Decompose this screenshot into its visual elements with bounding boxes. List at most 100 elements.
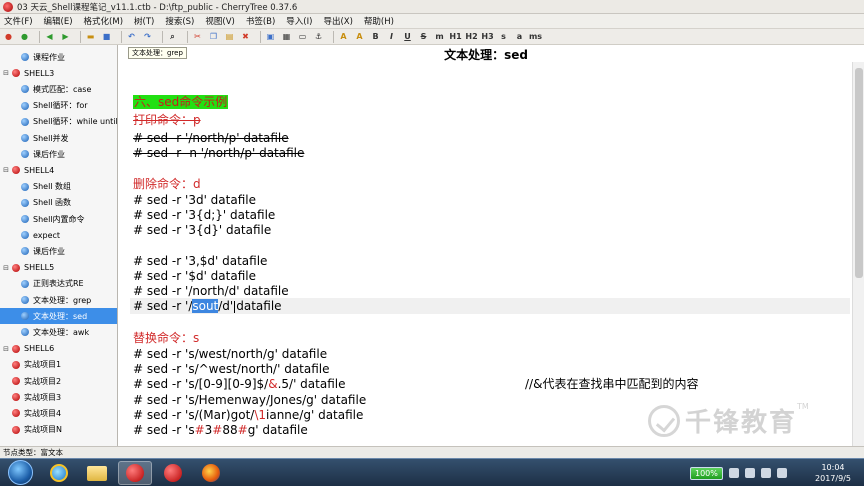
bold-icon[interactable]: B	[370, 31, 381, 42]
tree-node[interactable]: Shell 函数	[0, 195, 117, 211]
selected-line: # sed -r '/sout/d' datafile	[133, 299, 282, 313]
tree-node[interactable]: Shell循环：while until	[0, 114, 117, 130]
cherrytree-icon	[126, 464, 144, 482]
superscript-icon[interactable]: a	[514, 31, 525, 42]
save-icon[interactable]: ■	[101, 31, 112, 42]
clock-date: 2017/9/5	[815, 474, 851, 483]
scrollbar-thumb[interactable]	[855, 68, 863, 278]
tree-node[interactable]: 正则表达式RE	[0, 276, 117, 292]
taskbar-ie[interactable]	[42, 461, 76, 485]
expander-icon[interactable]: ⊟	[2, 264, 10, 272]
expander-icon[interactable]: ⊟	[2, 166, 10, 174]
h3-icon[interactable]: H3	[481, 31, 493, 42]
insert-image-icon[interactable]: ▣	[265, 31, 276, 42]
battery-indicator[interactable]: 100%	[690, 466, 723, 480]
red-node-icon	[12, 69, 20, 78]
menu-import[interactable]: 导入(I)	[286, 15, 312, 27]
tree-node-label: Shell并发	[33, 133, 69, 143]
small-icon[interactable]: s	[498, 31, 509, 42]
tree-node[interactable]: ⊟ SHELL6	[0, 341, 117, 357]
strikethrough-icon[interactable]: S	[418, 31, 429, 42]
folder-icon	[87, 465, 107, 481]
rich-text-editor[interactable]: 六、sed命令示例 打印命令：p # sed -r '/north/p' dat…	[120, 62, 852, 446]
tree-node[interactable]: 文本处理：awk	[0, 324, 117, 340]
taskbar-clock[interactable]: 10:04 2017/9/5	[810, 462, 856, 484]
tree-node[interactable]: 课后作业	[0, 243, 117, 259]
tree-node[interactable]: 实战项目4	[0, 405, 117, 421]
tree-node[interactable]: 实战项目1	[0, 357, 117, 373]
italic-icon[interactable]: I	[386, 31, 397, 42]
menu-bookmarks[interactable]: 书签(B)	[246, 15, 275, 27]
volume-icon[interactable]	[776, 468, 787, 478]
network-icon[interactable]	[760, 468, 771, 478]
copy-icon[interactable]: ❐	[208, 31, 219, 42]
expander-icon[interactable]: ⊟	[2, 69, 10, 77]
menu-file[interactable]: 文件(F)	[4, 15, 33, 27]
paste-icon[interactable]: ▤	[224, 31, 235, 42]
tree-node[interactable]: 文本处理：sed	[0, 308, 117, 325]
menu-format[interactable]: 格式化(M)	[84, 15, 123, 27]
add-node-icon[interactable]: ●	[3, 31, 14, 42]
tree-node-label: SHELL6	[24, 344, 55, 354]
tree-node[interactable]: Shell循环：for	[0, 98, 117, 114]
tree-node[interactable]: Shell 数组	[0, 179, 117, 195]
go-back-icon[interactable]: ◀	[44, 31, 55, 42]
menu-export[interactable]: 导出(X)	[323, 15, 352, 27]
tree-node[interactable]: Shell内置命令	[0, 211, 117, 227]
menu-tree[interactable]: 树(T)	[134, 15, 154, 27]
undo-icon[interactable]: ↶	[126, 31, 137, 42]
text-color-icon[interactable]: A	[338, 31, 349, 42]
tree-node[interactable]: 课程作业	[0, 49, 117, 65]
tree-node[interactable]: 实战项目3	[0, 389, 117, 405]
taskbar-explorer[interactable]	[80, 461, 114, 485]
blue-node-icon	[21, 53, 29, 61]
redo-icon[interactable]: ↷	[142, 31, 153, 42]
h1-icon[interactable]: H1	[449, 31, 461, 42]
red-app-icon	[164, 464, 182, 482]
tree-node[interactable]: 实战项目2	[0, 373, 117, 389]
editor-scrollbar[interactable]	[852, 62, 864, 446]
insert-table-icon[interactable]: ▦	[281, 31, 292, 42]
section-heading: 六、sed命令示例	[133, 95, 229, 109]
tree-node[interactable]: 实战项目N	[0, 422, 117, 438]
tree-node-label: 课程作业	[33, 52, 65, 62]
tree-node[interactable]: 课后作业	[0, 146, 117, 162]
cut-icon[interactable]: ✂	[192, 31, 203, 42]
monospace-icon[interactable]: m	[434, 31, 445, 42]
delete-icon[interactable]: ✖	[240, 31, 251, 42]
open-file-icon[interactable]: ▬	[85, 31, 96, 42]
blue-node-icon	[21, 198, 29, 207]
h2-icon[interactable]: H2	[465, 31, 477, 42]
tree-node[interactable]: 模式匹配：case	[0, 81, 117, 97]
start-button[interactable]	[8, 460, 33, 485]
find-icon[interactable]: ⌕	[167, 31, 178, 42]
expander-icon[interactable]: ⊟	[2, 345, 10, 353]
taskbar-app-red[interactable]	[156, 461, 190, 485]
power-icon[interactable]	[728, 468, 739, 478]
taskbar-cherrytree[interactable]	[118, 461, 152, 485]
tree-node[interactable]: Shell并发	[0, 130, 117, 146]
taskbar-firefox[interactable]	[194, 461, 228, 485]
menu-edit[interactable]: 编辑(E)	[44, 15, 73, 27]
internet-explorer-icon	[50, 464, 68, 482]
blue-node-icon	[21, 215, 29, 223]
insert-codebox-icon[interactable]: ▭	[297, 31, 308, 42]
underline-icon[interactable]: U	[402, 31, 413, 42]
tree-node[interactable]: ⊟ SHELL4	[0, 162, 117, 178]
go-forward-icon[interactable]: ▶	[60, 31, 71, 42]
highlight-color-icon[interactable]: A	[354, 31, 365, 42]
toolbar-separator	[39, 30, 40, 43]
add-subnode-icon[interactable]: ●	[19, 31, 30, 42]
tree-node[interactable]: ⊟ SHELL3	[0, 65, 117, 81]
insert-anchor-icon[interactable]: ⚓	[313, 31, 324, 42]
menu-search[interactable]: 搜索(S)	[165, 15, 194, 27]
tree-node[interactable]: ⊟ SHELL5	[0, 260, 117, 276]
tree-node[interactable]: 文本处理：grep	[0, 292, 117, 308]
tree-node[interactable]: expect	[0, 227, 117, 243]
menu-view[interactable]: 视图(V)	[205, 15, 234, 27]
blue-node-icon	[21, 101, 29, 110]
toolbar: ● ● ◀ ▶ ▬ ■ ↶ ↷ ⌕ ✂ ❐ ▤ ✖ ▣ ▦ ▭ ⚓ A A B …	[0, 29, 864, 45]
menu-help[interactable]: 帮助(H)	[364, 15, 394, 27]
flag-icon[interactable]	[744, 468, 755, 478]
mono-text-icon[interactable]: ms	[529, 31, 542, 42]
